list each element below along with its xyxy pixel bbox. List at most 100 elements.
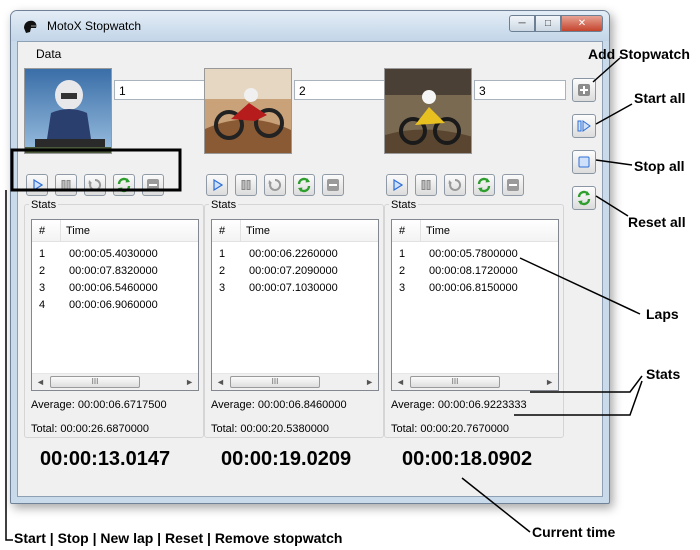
scroll-right-icon[interactable]: ►	[545, 377, 554, 387]
pause-icon	[61, 180, 71, 190]
stats-label: Stats	[389, 199, 419, 211]
app-window: MotoX Stopwatch ─ □ ✕ Data 1 Stats # Tim…	[10, 10, 610, 504]
column-time[interactable]: Time	[246, 225, 270, 237]
lap-number: 4	[39, 299, 46, 311]
window-title: MotoX Stopwatch	[47, 19, 142, 33]
menu-bar: Data	[18, 42, 602, 64]
lap-time: 00:00:05.4030000	[69, 248, 158, 260]
lap-number: 3	[219, 282, 226, 294]
column-number[interactable]: #	[39, 225, 45, 237]
horizontal-scrollbar[interactable]: ◄ III ►	[32, 373, 198, 390]
scroll-right-icon[interactable]: ►	[365, 377, 374, 387]
stats-group: Stats # Time 1 00:00:06.2260000 2 00:00:07…	[204, 199, 384, 438]
stopwatch-panel-1: 1 Stats # Time 1 00:00:05.4030000 2 00:0…	[24, 66, 206, 438]
lap-row[interactable]: 1 00:00:05.4030000	[32, 246, 198, 263]
horizontal-scrollbar[interactable]: ◄ III ►	[392, 373, 558, 390]
play-icon	[213, 179, 223, 191]
lap-row[interactable]: 1 00:00:05.7800000	[392, 246, 558, 263]
lap-row[interactable]: 2 00:00:07.2090000	[212, 263, 378, 280]
scroll-left-icon[interactable]: ◄	[396, 377, 405, 387]
reset-button[interactable]	[473, 174, 495, 196]
menu-data[interactable]: Data	[36, 47, 61, 61]
column-time[interactable]: Time	[66, 225, 90, 237]
lap-time: 00:00:06.5460000	[69, 282, 158, 294]
lap-icon	[268, 178, 282, 191]
horizontal-scrollbar[interactable]: ◄ III ►	[212, 373, 378, 390]
stop-button[interactable]	[415, 174, 437, 196]
lap-time: 00:00:05.7800000	[429, 248, 518, 260]
laps-header: # Time	[212, 220, 378, 242]
current-time-3: 00:00:18.0902	[402, 448, 533, 470]
start-button[interactable]	[26, 174, 48, 196]
stopwatch-name-input[interactable]: 3	[474, 80, 566, 100]
scroll-thumb[interactable]: III	[230, 376, 320, 388]
remove-stopwatch-button[interactable]	[502, 174, 524, 196]
title-bar[interactable]: MotoX Stopwatch ─ □ ✕	[11, 11, 609, 41]
pause-icon	[421, 180, 431, 190]
column-number[interactable]: #	[399, 225, 405, 237]
start-button[interactable]	[386, 174, 408, 196]
lap-number: 1	[39, 248, 46, 260]
stopwatch-name-input[interactable]: 2	[294, 80, 386, 100]
reset-button[interactable]	[113, 174, 135, 196]
new-lap-button[interactable]	[264, 174, 286, 196]
column-number[interactable]: #	[219, 225, 225, 237]
lap-time: 00:00:08.1720000	[429, 265, 518, 277]
lap-number: 3	[399, 282, 406, 294]
annotation-stats: Stats	[646, 366, 681, 382]
stop-button[interactable]	[55, 174, 77, 196]
minimize-button[interactable]: ─	[509, 15, 535, 32]
lap-row[interactable]: 3 00:00:06.5460000	[32, 280, 198, 297]
refresh-icon	[117, 177, 131, 193]
lap-row[interactable]: 3 00:00:06.8150000	[392, 280, 558, 297]
reset-button[interactable]	[293, 174, 315, 196]
new-lap-button[interactable]	[84, 174, 106, 196]
annotation-current-time: Current time	[532, 524, 616, 540]
stopwatch-name-input[interactable]: 1	[114, 80, 206, 100]
lap-row[interactable]: 1 00:00:06.2260000	[212, 246, 378, 263]
laps-list[interactable]: # Time 1 00:00:05.4030000 2 00:00:07.83200…	[31, 219, 199, 391]
lap-time: 00:00:06.2260000	[249, 248, 338, 260]
reset-all-button[interactable]	[572, 186, 596, 210]
scroll-thumb[interactable]: III	[50, 376, 140, 388]
scroll-left-icon[interactable]: ◄	[216, 377, 225, 387]
new-lap-button[interactable]	[444, 174, 466, 196]
lap-row[interactable]: 2 00:00:07.8320000	[32, 263, 198, 280]
lap-number: 3	[39, 282, 46, 294]
laps-header: # Time	[32, 220, 198, 242]
refresh-icon	[297, 177, 311, 193]
lap-row[interactable]: 3 00:00:07.1030000	[212, 280, 378, 297]
stats-label: Stats	[209, 199, 239, 211]
start-button[interactable]	[206, 174, 228, 196]
annotation-start-all: Start all	[634, 90, 686, 106]
scroll-right-icon[interactable]: ►	[185, 377, 194, 387]
lap-number: 2	[39, 265, 46, 277]
rider-photo	[384, 68, 472, 154]
stop-button[interactable]	[235, 174, 257, 196]
add-stopwatch-button[interactable]	[572, 78, 596, 102]
annotation-laps: Laps	[646, 306, 679, 322]
lap-number: 2	[219, 265, 226, 277]
add-icon	[578, 84, 590, 96]
remove-icon	[147, 179, 159, 191]
helmet-icon	[24, 20, 37, 33]
lap-row[interactable]: 2 00:00:08.1720000	[392, 263, 558, 280]
remove-stopwatch-button[interactable]	[322, 174, 344, 196]
scroll-left-icon[interactable]: ◄	[36, 377, 45, 387]
start-all-button[interactable]	[572, 114, 596, 138]
close-button[interactable]: ✕	[561, 15, 603, 32]
column-time[interactable]: Time	[426, 225, 450, 237]
laps-list[interactable]: # Time 1 00:00:06.2260000 2 00:00:07.20900…	[211, 219, 379, 391]
scroll-thumb[interactable]: III	[410, 376, 500, 388]
remove-stopwatch-button[interactable]	[142, 174, 164, 196]
remove-icon	[327, 179, 339, 191]
average-text: Average: 00:00:06.6717500	[31, 399, 167, 411]
laps-list[interactable]: # Time 1 00:00:05.7800000 2 00:00:08.17200…	[391, 219, 559, 391]
stop-all-button[interactable]	[572, 150, 596, 174]
play-icon	[33, 179, 43, 191]
lap-row[interactable]: 4 00:00:06.9060000	[32, 297, 198, 314]
lap-time: 00:00:06.9060000	[69, 299, 158, 311]
maximize-button[interactable]: □	[535, 15, 561, 32]
refresh-icon	[477, 177, 491, 193]
stopwatch-toolbar	[26, 174, 164, 196]
